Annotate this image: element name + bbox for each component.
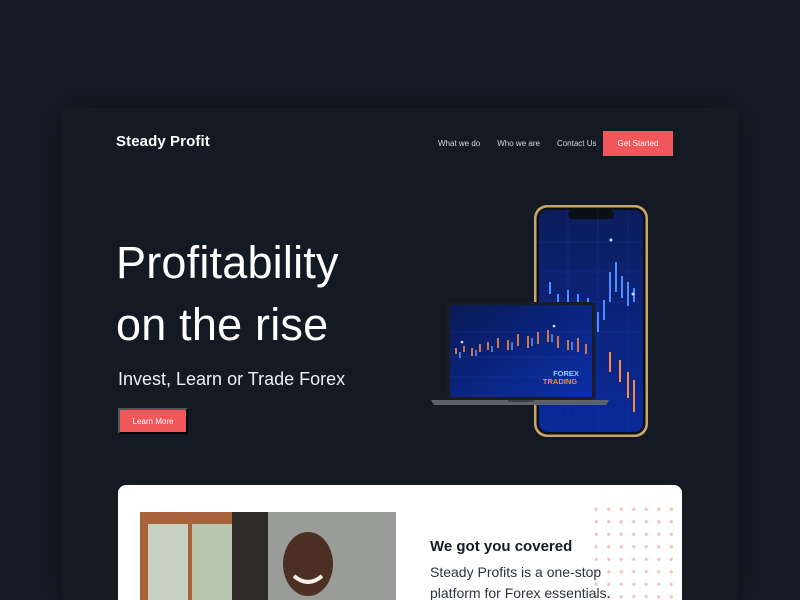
nav-link-contact-us[interactable]: Contact Us (557, 139, 597, 148)
hero-title-line-2: on the rise (116, 299, 329, 350)
nav-link-what-we-do[interactable]: What we do (438, 139, 480, 148)
person-photo (140, 512, 396, 600)
feature-text: Steady Profits is a one-stop platform fo… (430, 564, 611, 600)
nav-link-who-we-are[interactable]: Who we are (497, 139, 540, 148)
laptop-screen-text-2: TRADING (543, 377, 577, 386)
get-started-button[interactable]: Get Started (603, 131, 673, 156)
hero-title-line-1: Profitability (116, 237, 339, 288)
main-nav: What we do Who we are Contact Us (438, 131, 614, 155)
brand-logo[interactable]: Steady Profit (116, 133, 210, 150)
hero-title: Profitability on the rise (116, 232, 339, 356)
feature-card: We got you covered Steady Profits is a o… (118, 485, 682, 600)
laptop-icon: FOREX TRADING (431, 302, 609, 405)
learn-more-button[interactable]: Learn More (118, 408, 188, 434)
hero-subtitle: Invest, Learn or Trade Forex (118, 369, 346, 389)
devices-illustration: FOREX TRADING (431, 205, 648, 437)
feature-title: We got you covered (430, 538, 573, 555)
